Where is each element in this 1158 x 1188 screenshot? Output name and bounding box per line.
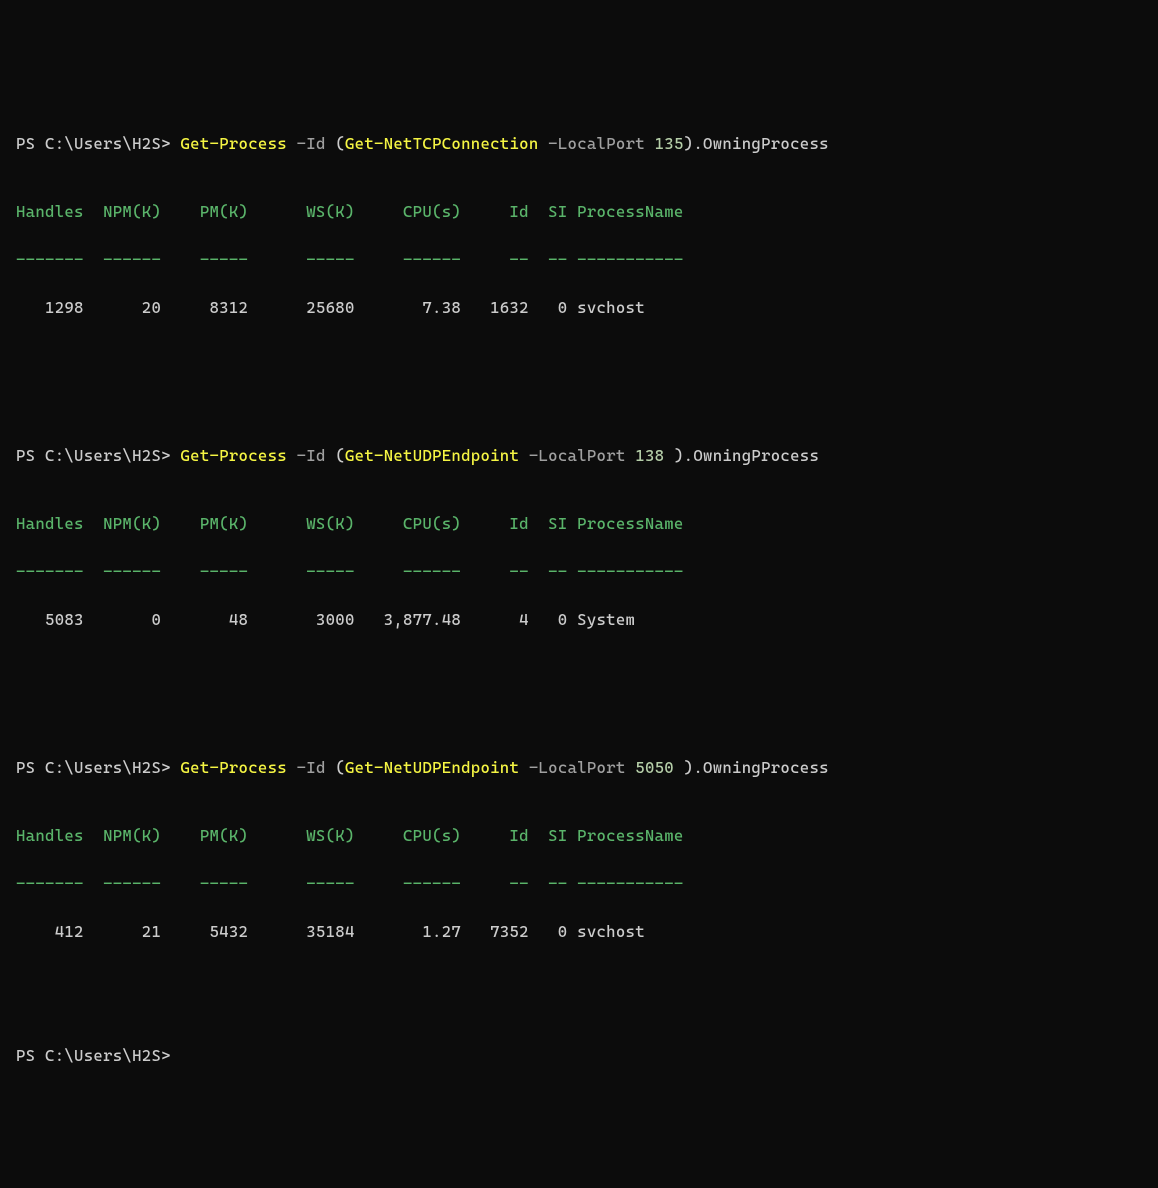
open-paren: ( [335,758,345,777]
cmdlet-get-process: Get-Process [181,446,287,465]
dot: . [693,134,703,153]
prompt-path: C:\Users\H2S [45,758,161,777]
cmdlet-get-netudp: Get-NetUDPEndpoint [345,758,519,777]
command-block-1: PS C:\Users\H2S> Get-Process -Id (Get-Ne… [16,108,1142,344]
table-header: Handles NPM(K) PM(K) WS(K) CPU(s) Id SI … [16,824,1142,848]
param-id: -Id [287,134,335,153]
property-owningprocess: OwningProcess [703,134,829,153]
prompt-line-3[interactable]: PS C:\Users\H2S> Get-Process -Id (Get-Ne… [16,756,1142,780]
table-row: 1298 20 8312 25680 7.38 1632 0 svchost [16,296,1142,320]
ps-prefix: PS [16,446,45,465]
param-localport: -LocalPort [519,446,635,465]
prompt-line-2[interactable]: PS C:\Users\H2S> Get-Process -Id (Get-Ne… [16,444,1142,468]
table-header: Handles NPM(K) PM(K) WS(K) CPU(s) Id SI … [16,200,1142,224]
port-number: 138 [635,446,674,465]
property-owningprocess: OwningProcess [693,446,819,465]
close-paren: ) [684,134,694,153]
close-paren: ) [674,446,684,465]
table-divider: ------- ------ ----- ----- ------ -- -- … [16,872,1142,896]
param-localport: -LocalPort [539,134,655,153]
cmdlet-get-process: Get-Process [181,758,287,777]
ps-prefix: PS [16,758,45,777]
table-divider: ------- ------ ----- ----- ------ -- -- … [16,560,1142,584]
prompt-arrow: > [161,758,180,777]
table-divider: ------- ------ ----- ----- ------ -- -- … [16,248,1142,272]
table-row: 412 21 5432 35184 1.27 7352 0 svchost [16,920,1142,944]
ps-prefix: PS [16,134,45,153]
close-paren: ) [684,758,694,777]
prompt-path: C:\Users\H2S [45,446,161,465]
open-paren: ( [335,134,345,153]
port-number: 5050 [635,758,683,777]
param-id: -Id [287,758,335,777]
open-paren: ( [335,446,345,465]
cmdlet-get-process: Get-Process [181,134,287,153]
prompt-arrow: > [161,446,180,465]
dot: . [684,446,694,465]
ps-prefix: PS [16,1046,45,1065]
cmdlet-get-nettcp: Get-NetTCPConnection [345,134,539,153]
cmdlet-get-netudp: Get-NetUDPEndpoint [345,446,519,465]
dot: . [693,758,703,777]
prompt-path: C:\Users\H2S [45,134,161,153]
prompt-arrow: > [161,1046,180,1065]
port-number: 135 [655,134,684,153]
param-localport: -LocalPort [519,758,635,777]
property-owningprocess: OwningProcess [703,758,829,777]
param-id: -Id [287,446,335,465]
table-header: Handles NPM(K) PM(K) WS(K) CPU(s) Id SI … [16,512,1142,536]
prompt-path: C:\Users\H2S [45,1046,161,1065]
prompt-arrow: > [161,134,180,153]
command-block-3: PS C:\Users\H2S> Get-Process -Id (Get-Ne… [16,732,1142,968]
table-row: 5083 0 48 3000 3,877.48 4 0 System [16,608,1142,632]
prompt-line-empty[interactable]: PS C:\Users\H2S> [16,1044,1142,1068]
prompt-line-1[interactable]: PS C:\Users\H2S> Get-Process -Id (Get-Ne… [16,132,1142,156]
